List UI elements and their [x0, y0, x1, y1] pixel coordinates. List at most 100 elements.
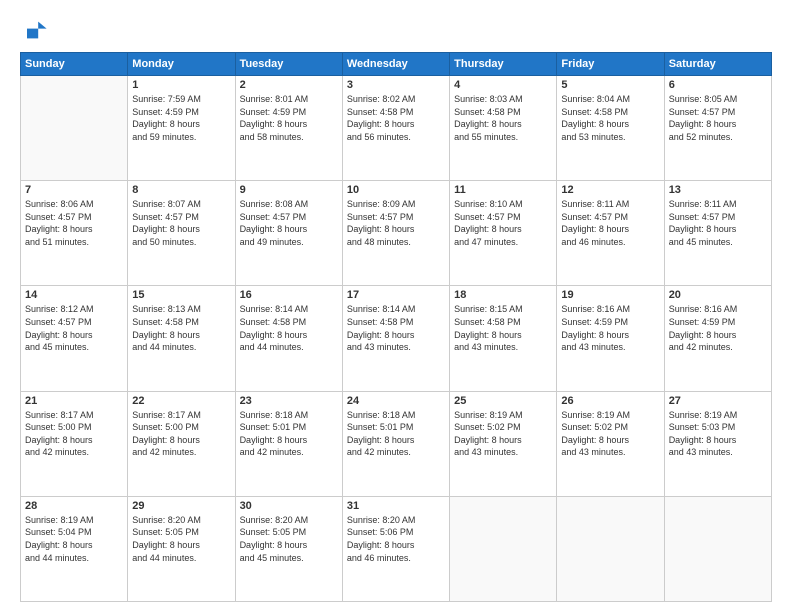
- day-info: Sunrise: 8:04 AM Sunset: 4:58 PM Dayligh…: [561, 93, 659, 143]
- day-number: 22: [132, 395, 230, 407]
- day-number: 6: [669, 79, 767, 91]
- calendar-cell: 7Sunrise: 8:06 AM Sunset: 4:57 PM Daylig…: [21, 181, 128, 286]
- day-info: Sunrise: 8:17 AM Sunset: 5:00 PM Dayligh…: [132, 409, 230, 459]
- day-number: 18: [454, 289, 552, 301]
- day-info: Sunrise: 8:14 AM Sunset: 4:58 PM Dayligh…: [347, 303, 445, 353]
- day-number: 17: [347, 289, 445, 301]
- calendar-cell: 26 Sunrise: 8:19 AM Sunset: 5:02 PM Dayli…: [557, 391, 664, 496]
- day-info: Sunrise: 8:13 AM Sunset: 4:58 PM Dayligh…: [132, 303, 230, 353]
- day-number: 14: [25, 289, 123, 301]
- calendar-cell: 15 Sunrise: 8:13 AM Sunset: 4:58 PM Dayli…: [128, 286, 235, 391]
- day-info: Sunrise: 8:09 AM Sunset: 4:57 PM Dayligh…: [347, 198, 445, 248]
- day-number: 1: [132, 79, 230, 91]
- day-number: 29: [132, 500, 230, 512]
- calendar-cell: 2 Sunrise: 8:01 AM Sunset: 4:59 PM Daylig…: [235, 76, 342, 181]
- day-info: Sunrise: 8:16 AM Sunset: 4:59 PM Dayligh…: [561, 303, 659, 353]
- day-info: Sunrise: 7:59 AM Sunset: 4:59 PM Dayligh…: [132, 93, 230, 143]
- weekday-header-saturday: Saturday: [664, 53, 771, 76]
- calendar-cell: 24 Sunrise: 8:18 AM Sunset: 5:01 PM Dayli…: [342, 391, 449, 496]
- day-info: Sunrise: 8:16 AM Sunset: 4:59 PM Dayligh…: [669, 303, 767, 353]
- calendar-cell: 5 Sunrise: 8:04 AM Sunset: 4:58 PM Daylig…: [557, 76, 664, 181]
- calendar-cell: 11 Sunrise: 8:10 AM Sunset: 4:57 PM Dayli…: [450, 181, 557, 286]
- day-number: 21: [25, 395, 123, 407]
- weekday-header-wednesday: Wednesday: [342, 53, 449, 76]
- day-info: Sunrise: 8:18 AM Sunset: 5:01 PM Dayligh…: [240, 409, 338, 459]
- day-number: 25: [454, 395, 552, 407]
- calendar-cell: 21 Sunrise: 8:17 AM Sunset: 5:00 PM Dayli…: [21, 391, 128, 496]
- calendar-cell: 1 Sunrise: 7:59 AM Sunset: 4:59 PM Daylig…: [128, 76, 235, 181]
- calendar-cell: 13 Sunrise: 8:11 AM Sunset: 4:57 PM Dayli…: [664, 181, 771, 286]
- weekday-header-thursday: Thursday: [450, 53, 557, 76]
- day-number: 8: [132, 184, 230, 196]
- day-info: Sunrise: 8:20 AM Sunset: 5:05 PM Dayligh…: [240, 514, 338, 564]
- calendar-table: SundayMondayTuesdayWednesdayThursdayFrid…: [20, 52, 772, 602]
- day-number: 26: [561, 395, 659, 407]
- calendar-cell: 6Sunrise: 8:05 AM Sunset: 4:57 PM Daylig…: [664, 76, 771, 181]
- day-number: 15: [132, 289, 230, 301]
- day-info: Sunrise: 8:19 AM Sunset: 5:02 PM Dayligh…: [454, 409, 552, 459]
- day-number: 28: [25, 500, 123, 512]
- header: [20, 16, 772, 44]
- calendar-week-row: 7Sunrise: 8:06 AM Sunset: 4:57 PM Daylig…: [21, 181, 772, 286]
- day-number: 19: [561, 289, 659, 301]
- calendar-cell: 20 Sunrise: 8:16 AM Sunset: 4:59 PM Dayli…: [664, 286, 771, 391]
- calendar-cell: 31 Sunrise: 8:20 AM Sunset: 5:06 PM Dayli…: [342, 496, 449, 601]
- logo: [20, 16, 50, 44]
- calendar-cell: 22 Sunrise: 8:17 AM Sunset: 5:00 PM Dayli…: [128, 391, 235, 496]
- calendar-cell: [664, 496, 771, 601]
- day-number: 30: [240, 500, 338, 512]
- day-number: 9: [240, 184, 338, 196]
- calendar-cell: 25 Sunrise: 8:19 AM Sunset: 5:02 PM Dayli…: [450, 391, 557, 496]
- calendar-cell: 18Sunrise: 8:15 AM Sunset: 4:58 PM Dayli…: [450, 286, 557, 391]
- day-info: Sunrise: 8:17 AM Sunset: 5:00 PM Dayligh…: [25, 409, 123, 459]
- day-info: Sunrise: 8:19 AM Sunset: 5:03 PM Dayligh…: [669, 409, 767, 459]
- calendar-cell: 17 Sunrise: 8:14 AM Sunset: 4:58 PM Dayli…: [342, 286, 449, 391]
- day-info: Sunrise: 8:02 AM Sunset: 4:58 PM Dayligh…: [347, 93, 445, 143]
- day-info: Sunrise: 8:18 AM Sunset: 5:01 PM Dayligh…: [347, 409, 445, 459]
- day-info: Sunrise: 8:10 AM Sunset: 4:57 PM Dayligh…: [454, 198, 552, 248]
- calendar-cell: 16 Sunrise: 8:14 AM Sunset: 4:58 PM Dayli…: [235, 286, 342, 391]
- day-info: Sunrise: 8:11 AM Sunset: 4:57 PM Dayligh…: [561, 198, 659, 248]
- day-number: 27: [669, 395, 767, 407]
- day-number: 31: [347, 500, 445, 512]
- day-number: 10: [347, 184, 445, 196]
- calendar-cell: 12 Sunrise: 8:11 AM Sunset: 4:57 PM Dayli…: [557, 181, 664, 286]
- day-info: Sunrise: 8:19 AM Sunset: 5:04 PM Dayligh…: [25, 514, 123, 564]
- weekday-header-monday: Monday: [128, 53, 235, 76]
- calendar-cell: 10 Sunrise: 8:09 AM Sunset: 4:57 PM Dayli…: [342, 181, 449, 286]
- day-number: 12: [561, 184, 659, 196]
- weekday-header-sunday: Sunday: [21, 53, 128, 76]
- day-number: 11: [454, 184, 552, 196]
- calendar-cell: 30 Sunrise: 8:20 AM Sunset: 5:05 PM Dayli…: [235, 496, 342, 601]
- day-info: Sunrise: 8:19 AM Sunset: 5:02 PM Dayligh…: [561, 409, 659, 459]
- day-number: 2: [240, 79, 338, 91]
- day-info: Sunrise: 8:14 AM Sunset: 4:58 PM Dayligh…: [240, 303, 338, 353]
- calendar-cell: 28 Sunrise: 8:19 AM Sunset: 5:04 PM Dayli…: [21, 496, 128, 601]
- day-number: 16: [240, 289, 338, 301]
- day-number: 13: [669, 184, 767, 196]
- day-number: 20: [669, 289, 767, 301]
- day-info: Sunrise: 8:20 AM Sunset: 5:06 PM Dayligh…: [347, 514, 445, 564]
- calendar-cell: 19 Sunrise: 8:16 AM Sunset: 4:59 PM Dayli…: [557, 286, 664, 391]
- calendar-cell: 29 Sunrise: 8:20 AM Sunset: 5:05 PM Dayli…: [128, 496, 235, 601]
- weekday-header-tuesday: Tuesday: [235, 53, 342, 76]
- calendar-week-row: 14 Sunrise: 8:12 AM Sunset: 4:57 PM Dayli…: [21, 286, 772, 391]
- day-info: Sunrise: 8:11 AM Sunset: 4:57 PM Dayligh…: [669, 198, 767, 248]
- weekday-header-row: SundayMondayTuesdayWednesdayThursdayFrid…: [21, 53, 772, 76]
- day-info: Sunrise: 8:06 AM Sunset: 4:57 PM Dayligh…: [25, 198, 123, 248]
- day-number: 3: [347, 79, 445, 91]
- calendar-cell: 8 Sunrise: 8:07 AM Sunset: 4:57 PM Daylig…: [128, 181, 235, 286]
- calendar-week-row: 1 Sunrise: 7:59 AM Sunset: 4:59 PM Daylig…: [21, 76, 772, 181]
- calendar-cell: 3 Sunrise: 8:02 AM Sunset: 4:58 PM Daylig…: [342, 76, 449, 181]
- day-info: Sunrise: 8:01 AM Sunset: 4:59 PM Dayligh…: [240, 93, 338, 143]
- day-info: Sunrise: 8:07 AM Sunset: 4:57 PM Dayligh…: [132, 198, 230, 248]
- calendar-cell: 23Sunrise: 8:18 AM Sunset: 5:01 PM Dayli…: [235, 391, 342, 496]
- calendar-cell: 9Sunrise: 8:08 AM Sunset: 4:57 PM Daylig…: [235, 181, 342, 286]
- calendar-cell: [21, 76, 128, 181]
- day-number: 5: [561, 79, 659, 91]
- day-number: 24: [347, 395, 445, 407]
- logo-icon: [20, 16, 48, 44]
- day-info: Sunrise: 8:12 AM Sunset: 4:57 PM Dayligh…: [25, 303, 123, 353]
- day-number: 4: [454, 79, 552, 91]
- day-info: Sunrise: 8:20 AM Sunset: 5:05 PM Dayligh…: [132, 514, 230, 564]
